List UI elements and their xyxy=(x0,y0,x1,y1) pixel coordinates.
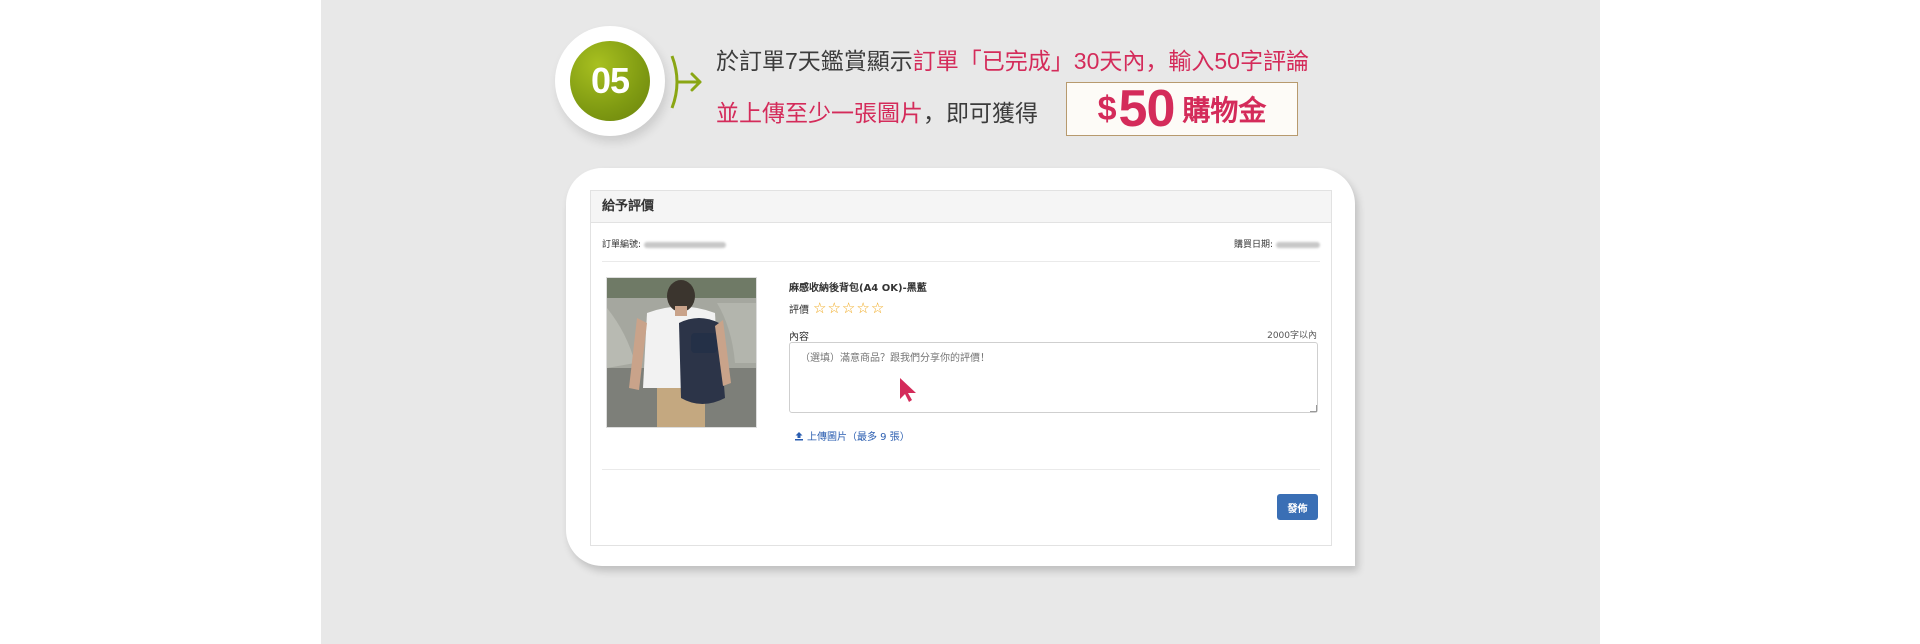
step-badge: 05 xyxy=(555,26,665,136)
divider xyxy=(602,469,1320,470)
upload-icon xyxy=(795,431,803,440)
reward-amount: 50 xyxy=(1118,80,1176,138)
star-icon[interactable]: ☆ xyxy=(842,301,855,316)
arrow-right-icon xyxy=(670,55,702,109)
instruction-line-2: 並上傳至少一張圖片，即可獲得 xyxy=(716,94,1038,128)
mouse-cursor-icon xyxy=(900,378,916,402)
star-icon[interactable]: ☆ xyxy=(871,301,884,316)
instruction-text: ，即可獲得 xyxy=(923,100,1038,126)
content-label: 內容 xyxy=(789,332,809,343)
step-number: 05 xyxy=(590,60,630,101)
content-limit: 2000字以內 xyxy=(1267,331,1317,341)
step-badge-circle: 05 xyxy=(570,41,650,121)
star-icon[interactable]: ☆ xyxy=(813,301,826,316)
order-number-redacted xyxy=(644,241,727,248)
reward-currency: $ xyxy=(1097,89,1117,128)
reward-box: $50 購物金 xyxy=(1066,80,1298,138)
instruction-highlight: 訂單「已完成」30天內，輸入50字評論 xyxy=(912,48,1309,74)
upload-label: 上傳圖片（最多 9 張） xyxy=(807,432,910,443)
order-number: 訂單編號: xyxy=(602,237,727,250)
star-icon[interactable]: ☆ xyxy=(827,301,840,316)
upload-images-link[interactable]: 上傳圖片（最多 9 張） xyxy=(794,428,910,443)
divider xyxy=(602,261,1320,262)
product-name: 麻感收納後背包(A4 OK)-黑藍 xyxy=(789,283,927,294)
star-icon[interactable]: ☆ xyxy=(856,301,869,316)
submit-button[interactable]: 發佈 xyxy=(1277,494,1318,520)
instruction-highlight: 並上傳至少一張圖片 xyxy=(716,100,923,126)
instruction-text: 於訂單7天鑑賞顯示 xyxy=(716,48,913,74)
review-content-textarea[interactable] xyxy=(789,342,1318,413)
purchase-date: 購買日期: xyxy=(1234,237,1320,250)
purchase-date-label: 購買日期: xyxy=(1233,240,1273,250)
product-image xyxy=(606,277,757,428)
rating-label: 評價 xyxy=(789,305,809,316)
order-number-label: 訂單編號: xyxy=(602,240,642,250)
instruction-line-1: 於訂單7天鑑賞顯示訂單「已完成」30天內，輸入50字評論 xyxy=(716,42,1309,76)
purchase-date-redacted xyxy=(1276,241,1320,248)
reward-text: 購物金 xyxy=(1182,95,1267,126)
form-title: 給予評價 xyxy=(591,191,1331,223)
rating-stars: ☆ ☆ ☆ ☆ ☆ xyxy=(813,301,885,316)
resize-handle[interactable] xyxy=(1310,405,1317,412)
rating-row: 評價 ☆ ☆ ☆ ☆ ☆ xyxy=(789,301,885,317)
review-card: 給予評價 訂單編號: 購買日期: 麻感收納後背包(A4 OK)-黑藍 評價 ☆ … xyxy=(566,168,1355,566)
review-form: 給予評價 訂單編號: 購買日期: 麻感收納後背包(A4 OK)-黑藍 評價 ☆ … xyxy=(590,190,1332,546)
